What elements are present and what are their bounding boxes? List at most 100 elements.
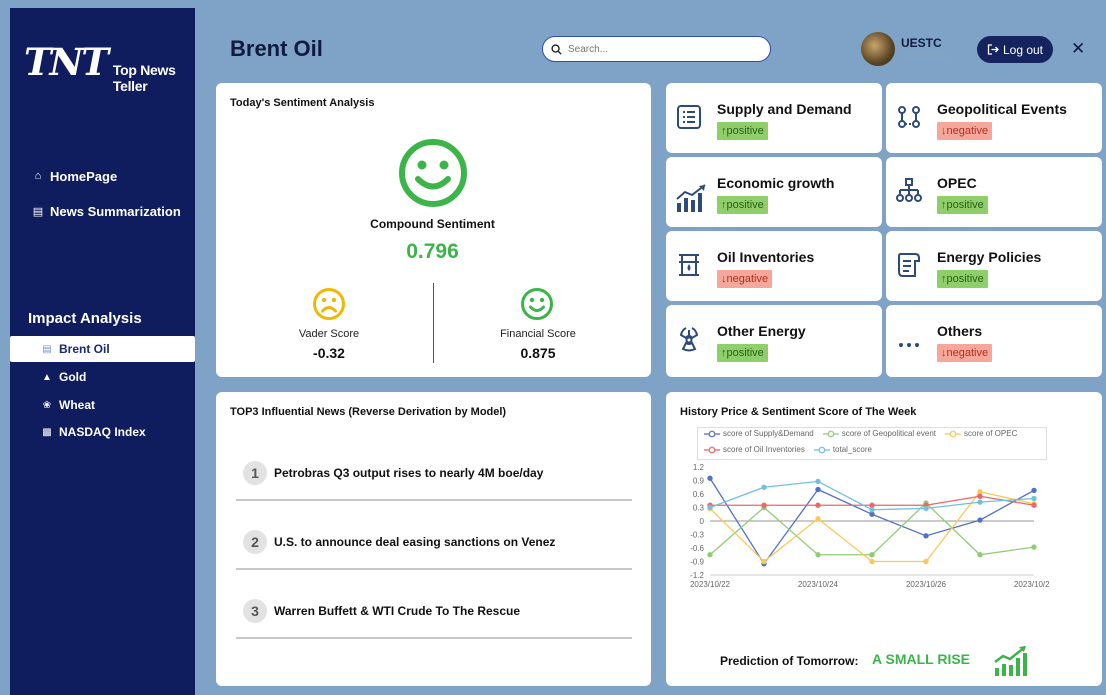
sidebar-item-label: Gold xyxy=(59,370,87,384)
data-point xyxy=(815,516,821,522)
sidebar-item-label: Brent Oil xyxy=(59,342,110,356)
data-point xyxy=(977,517,983,523)
radiation-icon xyxy=(679,327,699,352)
data-point xyxy=(707,475,713,481)
wheat-icon: ❀ xyxy=(42,399,52,411)
history-line-chart: 1.2 0.9 0.6 0.3 0 -0.3 -0.6 -0.9 -1.22023/10/22 2… xyxy=(690,463,1050,589)
legend-item[interactable]: score of OPEC xyxy=(945,429,1017,438)
vader-score-label: Vader Score xyxy=(298,328,360,340)
user-role: Administrator xyxy=(901,52,949,61)
legend-label: score of Supply&Demand xyxy=(723,429,814,438)
y-tick-label: -1.2 xyxy=(690,571,704,580)
sentiment-card-title: Today's Sentiment Analysis xyxy=(230,97,375,109)
nav-news-summarization[interactable]: ▤ News Summarization xyxy=(10,200,195,222)
nav-news-summarization-label: News Summarization xyxy=(50,203,181,219)
home-icon: ⌂ xyxy=(34,170,42,182)
legend-item[interactable]: score of Oil Inventories xyxy=(704,445,805,454)
oil-icon: ▤ xyxy=(42,343,52,355)
legend-swatch xyxy=(704,446,720,453)
sidebar-item-nasdaq[interactable]: ▩ NASDAQ Index xyxy=(10,419,195,445)
compound-sentiment-label: Compound Sentiment xyxy=(370,217,495,231)
sidebar: TNT Top News Teller ⌂ HomePage ▤ News Su… xyxy=(10,8,195,695)
data-point xyxy=(869,507,875,513)
y-tick-label: 0 xyxy=(700,517,705,526)
search-icon xyxy=(551,43,562,55)
page-title: Brent Oil xyxy=(230,36,323,61)
legend-row: score of Supply&Demand score of Geopoliti… xyxy=(704,429,1023,438)
news-headline-2[interactable]: U.S. to announce deal easing sanctions o… xyxy=(274,535,555,549)
legend-label: score of Geopolitical event xyxy=(841,429,936,438)
status-badge: ↑positive xyxy=(717,122,768,140)
data-point xyxy=(869,552,875,558)
logout-button[interactable]: Log out xyxy=(977,36,1053,63)
data-point xyxy=(1031,487,1037,494)
sidebar-item-gold[interactable]: ▲ Gold xyxy=(10,364,195,390)
sidebar-item-label: NASDAQ Index xyxy=(59,425,146,439)
y-tick-label: 0.3 xyxy=(693,504,705,513)
y-tick-label: -0.9 xyxy=(690,558,704,567)
factor-name: Economic growth xyxy=(717,175,835,191)
legend-item[interactable]: score of Supply&Demand xyxy=(704,429,814,438)
news-headline-1[interactable]: Petrobras Q3 output rises to nearly 4M b… xyxy=(274,466,543,480)
x-tick-label: 2023/10/24 xyxy=(798,580,839,589)
y-tick-label: -0.6 xyxy=(690,544,704,553)
index-icon: ▩ xyxy=(42,426,52,438)
sad-face-icon xyxy=(313,288,345,320)
search-box[interactable] xyxy=(542,36,771,62)
document-icon xyxy=(898,253,920,277)
data-point xyxy=(1031,544,1037,550)
financial-score-value: 0.875 xyxy=(520,345,556,361)
legend-label: total_score xyxy=(832,445,872,454)
factor-card-geopolitical[interactable]: Geopolitical Events ↓negative xyxy=(886,83,1102,153)
factor-card-oil-inventories[interactable]: Oil Inventories ↓negative xyxy=(666,231,882,301)
data-point xyxy=(869,502,875,508)
prediction-label: Prediction of Tomorrow: xyxy=(720,654,859,668)
data-point xyxy=(923,558,929,565)
data-point xyxy=(1031,495,1037,502)
factor-card-supply-demand[interactable]: Supply and Demand ↑positive xyxy=(666,83,882,153)
oil-drum-icon xyxy=(679,254,699,276)
score-divider xyxy=(433,283,434,363)
growth-chart-icon xyxy=(676,184,706,212)
newspaper-icon: ▤ xyxy=(32,205,44,218)
happy-face-icon xyxy=(399,139,467,207)
data-point xyxy=(815,552,821,558)
history-card-title: History Price & Sentiment Score of The W… xyxy=(680,406,917,418)
ellipsis-icon xyxy=(899,343,919,347)
vader-score-value: -0.32 xyxy=(313,345,345,361)
sidebar-item-label: Wheat xyxy=(59,398,95,412)
nav-homepage[interactable]: ⌂ HomePage xyxy=(10,165,195,187)
status-badge: ↓negative xyxy=(937,344,993,362)
factor-card-opec[interactable]: OPEC ↑positive xyxy=(886,157,1102,227)
status-badge: ↑positive xyxy=(937,196,988,214)
x-tick-label: 2023/10/22 xyxy=(690,580,731,589)
legend-item[interactable]: total_score xyxy=(813,445,872,454)
data-point xyxy=(761,558,767,565)
news-headline-3[interactable]: Warren Buffett & WTI Crude To The Rescue xyxy=(274,604,520,618)
factor-card-energy-policies[interactable]: Energy Policies ↑positive xyxy=(886,231,1102,301)
sidebar-item-brent-oil[interactable]: ▤ Brent Oil xyxy=(10,336,195,362)
logo-subtitle: Top News Teller xyxy=(112,62,176,94)
app-logo[interactable]: TNT Top News Teller xyxy=(24,40,195,94)
logout-icon xyxy=(987,44,999,55)
data-point xyxy=(977,493,983,499)
factor-name: Energy Policies xyxy=(937,249,1042,265)
news-divider xyxy=(236,637,632,639)
smile-face-icon xyxy=(521,288,553,320)
search-input[interactable] xyxy=(568,43,748,55)
factor-card-other-energy[interactable]: Other Energy ↑positive xyxy=(666,305,882,377)
factor-card-others[interactable]: Others ↓negative xyxy=(886,305,1102,377)
close-icon[interactable]: ✕ xyxy=(1071,39,1085,59)
avatar[interactable] xyxy=(861,32,895,66)
y-tick-label: -0.3 xyxy=(690,531,704,540)
y-tick-label: 0.9 xyxy=(693,477,705,486)
data-point xyxy=(977,489,983,495)
x-tick-label: 2023/10/28 xyxy=(1014,580,1050,589)
factor-card-economic-growth[interactable]: Economic growth ↑positive xyxy=(666,157,882,227)
x-tick-label: 2023/10/26 xyxy=(906,580,947,589)
data-point xyxy=(869,511,875,517)
legend-label: score of OPEC xyxy=(964,429,1018,438)
legend-item[interactable]: score of Geopolitical event xyxy=(822,429,936,438)
logout-label: Log out xyxy=(1002,42,1044,57)
sidebar-item-wheat[interactable]: ❀ Wheat xyxy=(10,392,195,418)
